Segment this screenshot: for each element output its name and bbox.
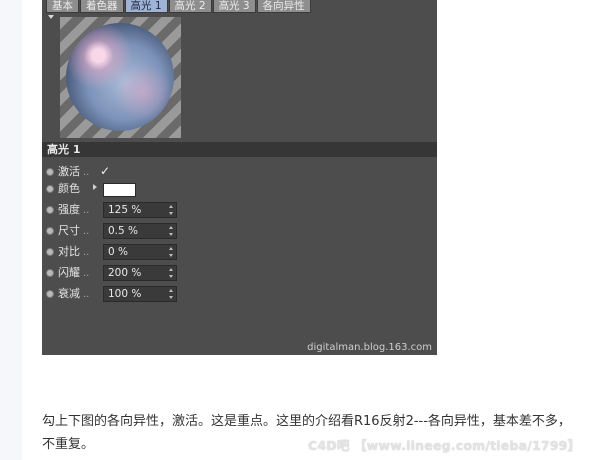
prop-label-activate: 激活 [58,165,80,178]
activate-checkbox[interactable]: ✓ [100,164,110,178]
tab-shader[interactable]: 着色器 [80,0,124,13]
strength-value: 125 % [108,204,142,216]
prop-row-contrast: 对比.. 0 % [46,244,346,262]
strength-input[interactable]: 125 % [103,202,177,218]
collapse-arrow-icon[interactable] [48,15,54,19]
falloff-value: 100 % [108,288,142,300]
label-dots: .. [83,226,90,237]
glare-value: 200 % [108,267,142,279]
tab-basic[interactable]: 基本 [46,0,79,13]
tab-specular-2[interactable]: 高光 2 [168,0,212,13]
material-preview [60,17,181,138]
material-editor-panel: 基本 着色器 高光 1 高光 2 高光 3 各向异性 高光 1 激活.. ✓ 颜… [42,0,437,355]
label-dots: .. [83,247,90,258]
label-dots: .. [83,167,90,178]
prop-label-falloff: 衰减 [58,287,80,300]
animate-radio-icon[interactable] [46,206,54,214]
page-left-margin [0,0,22,460]
prop-label-strength: 强度 [58,203,80,216]
prop-label-color: 颜色 [58,182,80,195]
prop-label-contrast: 对比 [58,245,80,258]
prop-row-falloff: 衰减.. 100 % [46,286,346,304]
prop-label-glare: 闪耀 [58,266,80,279]
size-value: 0.5 % [108,225,139,237]
tab-anisotropy[interactable]: 各向异性 [256,0,311,13]
animate-radio-icon[interactable] [46,269,54,277]
site-watermark: C4D吧 【www.lineeg.com/tieba/1799】 [308,438,581,453]
contrast-value: 0 % [108,246,128,258]
spinner-arrows-icon[interactable] [169,205,174,215]
animate-radio-icon[interactable] [46,248,54,256]
size-input[interactable]: 0.5 % [103,223,177,239]
contrast-input[interactable]: 0 % [103,244,177,260]
spinner-arrows-icon[interactable] [169,268,174,278]
glare-input[interactable]: 200 % [103,265,177,281]
panel-watermark: digitalman.blog.163.com [307,342,432,353]
label-dots: .. [83,289,90,300]
animate-radio-icon[interactable] [46,185,54,193]
spinner-arrows-icon[interactable] [169,226,174,236]
preview-sphere [66,23,174,131]
article-line-1: 勾上下图的各向异性，激活。这是重点。这里的介绍看R16反射2---各向异性，基本… [42,414,571,429]
prop-row-glare: 闪耀.. 200 % [46,265,346,283]
label-dots: .. [83,268,90,279]
prop-row-size: 尺寸.. 0.5 % [46,223,346,241]
falloff-input[interactable]: 100 % [103,286,177,302]
label-dots: .. [83,205,90,216]
prop-row-color: 颜色 [46,181,346,199]
prop-row-strength: 强度.. 125 % [46,202,346,220]
tab-specular-1[interactable]: 高光 1 [124,0,168,13]
expand-triangle-icon[interactable] [93,184,97,190]
color-swatch[interactable] [103,183,136,197]
prop-row-activate: 激活.. ✓ [46,164,346,182]
material-tabs: 基本 着色器 高光 1 高光 2 高光 3 各向异性 [46,0,312,13]
prop-label-size: 尺寸 [58,224,80,237]
section-header: 高光 1 [42,142,437,157]
tab-specular-3[interactable]: 高光 3 [212,0,256,13]
animate-radio-icon[interactable] [46,290,54,298]
spinner-arrows-icon[interactable] [169,289,174,299]
animate-radio-icon[interactable] [46,168,54,176]
animate-radio-icon[interactable] [46,227,54,235]
spinner-arrows-icon[interactable] [169,247,174,257]
